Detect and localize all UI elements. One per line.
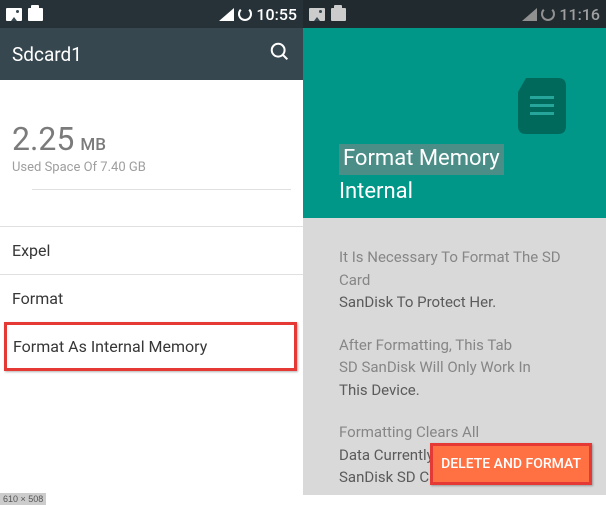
sd-card-icon — [518, 78, 566, 134]
sync-icon — [541, 7, 555, 21]
size-value: 2.25 — [12, 120, 74, 158]
body-text: It Is Necessary To Format The SD Card — [339, 248, 561, 289]
format-header: Format Memory Internal — [303, 28, 606, 218]
sync-icon — [238, 7, 252, 21]
signal-icon — [522, 8, 537, 21]
body-text: This Device. — [339, 381, 420, 399]
size-unit: MB — [80, 135, 106, 155]
search-icon[interactable] — [269, 41, 291, 68]
appbar: Sdcard1 — [0, 28, 303, 80]
picture-icon — [309, 8, 325, 21]
format-internal-item[interactable]: Format As Internal Memory — [13, 337, 288, 356]
signal-icon — [219, 8, 234, 21]
appbar-title: Sdcard1 — [12, 43, 82, 66]
divider — [32, 189, 291, 190]
status-bar-left: 10:55 — [0, 0, 303, 28]
header-line1: Format Memory — [339, 144, 504, 175]
sd-notif-icon — [331, 8, 346, 21]
storage-size: 2.25 MB Used Space Of 7.40 GB — [12, 120, 291, 175]
clock-right: 11:16 — [559, 5, 600, 24]
status-bar-right: 11:16 — [303, 0, 606, 28]
picture-icon — [6, 8, 22, 21]
body-text: After Formatting, This Tab — [339, 336, 512, 354]
body-text: Formatting Clears All — [339, 423, 479, 441]
left-screen: 10:55 Sdcard1 2.25 MB Used Space Of 7.40… — [0, 0, 303, 495]
format-item[interactable]: Format — [12, 275, 291, 322]
body-text: SanDisk To Protect Her. — [339, 293, 496, 311]
header-line2: Internal — [339, 179, 413, 204]
right-screen: 11:16 Format Memory Internal It Is Neces… — [303, 0, 606, 495]
dimensions-label: 610 × 508 — [0, 493, 46, 505]
format-internal-highlight: Format As Internal Memory — [4, 322, 297, 371]
clock-left: 10:55 — [256, 5, 297, 24]
delete-format-button[interactable]: DELETE AND FORMAT — [430, 443, 592, 485]
sd-notif-icon — [28, 8, 43, 21]
size-subtext: Used Space Of 7.40 GB — [12, 160, 291, 175]
body-text: SD SanDisk Will Only Work In — [339, 358, 531, 376]
expel-item[interactable]: Expel — [12, 227, 291, 274]
header-title: Format Memory Internal — [339, 144, 504, 208]
